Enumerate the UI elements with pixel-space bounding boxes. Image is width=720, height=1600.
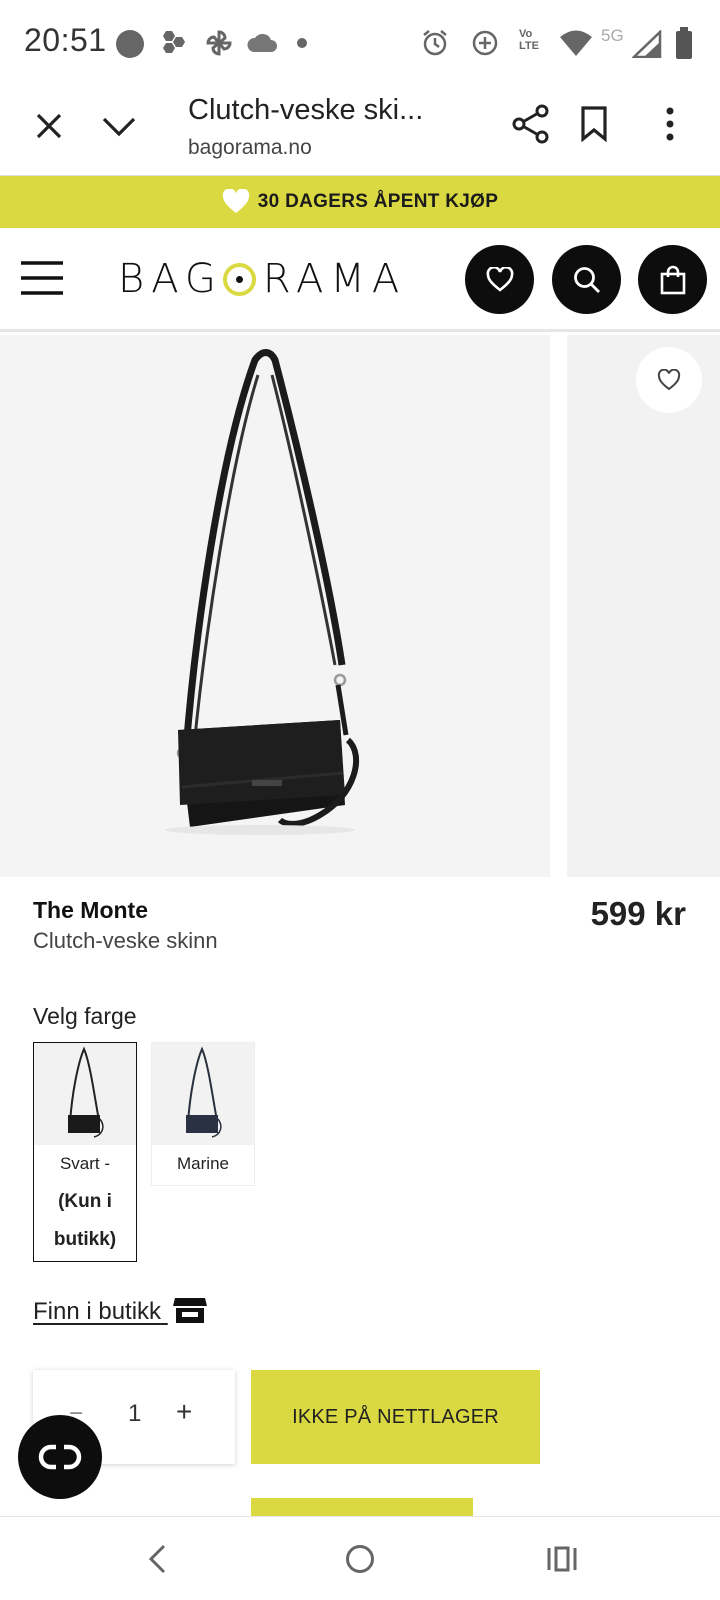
chevron-down-icon[interactable]: [101, 114, 137, 138]
battery-icon: [676, 27, 692, 59]
site-header: BAG RAMA: [0, 228, 720, 332]
add-to-wishlist-button[interactable]: [636, 347, 702, 413]
color-option-label: Marine: [152, 1145, 254, 1185]
pinwheel-icon: [206, 30, 232, 56]
cloud-icon: [247, 33, 277, 52]
dot-icon: [297, 38, 307, 48]
promo-banner: 30 DAGERS ÅPENT KJØP: [0, 176, 720, 228]
logo-text-end: RAMA: [262, 256, 407, 302]
product-subtitle: Clutch-veske skinn: [33, 928, 218, 953]
product-brand: The Monte: [33, 897, 148, 923]
share-icon[interactable]: [512, 104, 550, 144]
cart-button[interactable]: [638, 245, 707, 314]
bookmark-icon[interactable]: [580, 106, 608, 142]
more-vert-icon[interactable]: [662, 106, 678, 142]
status-time: 20:51: [24, 22, 107, 58]
quantity-value: 1: [128, 1400, 142, 1427]
back-icon[interactable]: [146, 1543, 168, 1575]
logo-o-icon: [222, 263, 256, 296]
page-title[interactable]: Clutch-veske ski...: [188, 94, 423, 127]
color-swatch-image: [152, 1043, 254, 1145]
heart-outline-icon: [486, 266, 513, 292]
find-in-store-label: Finn i butikk: [33, 1298, 162, 1325]
product-price: 599 kr: [590, 895, 686, 932]
chat-icon: [38, 1444, 82, 1470]
search-button[interactable]: [552, 245, 621, 314]
bag-illustration: [165, 349, 359, 835]
wifi-icon: [560, 30, 592, 56]
hamburger-menu-icon[interactable]: [20, 260, 64, 296]
page-url[interactable]: bagorama.no: [188, 136, 312, 160]
color-option-label: Svart - (Kun i butikk): [34, 1145, 136, 1261]
find-in-store-link[interactable]: Finn i butikk: [33, 1295, 208, 1326]
color-name: Marine: [177, 1154, 229, 1173]
color-availability-note: (Kun i butikk): [53, 1191, 117, 1250]
site-logo[interactable]: BAG RAMA: [118, 256, 406, 302]
next-product-image[interactable]: [567, 335, 720, 877]
not-in-online-stock-button[interactable]: IKKE PÅ NETTLAGER: [251, 1370, 540, 1464]
signal-icon: [632, 30, 662, 58]
promo-text: 30 DAGERS ÅPENT KJØP: [257, 191, 499, 212]
store-icon: [172, 1298, 207, 1323]
volte-icon: Vo LTE: [519, 28, 539, 52]
hexagons-icon: [163, 31, 185, 53]
browser-toolbar: Clutch-veske ski... bagorama.no: [0, 86, 720, 176]
wishlist-button[interactable]: [465, 245, 534, 314]
coop-icon: [116, 30, 144, 58]
status-bar: 20:51 Vo LTE 5G: [0, 0, 720, 86]
network-label: 5G: [601, 26, 624, 45]
chat-button[interactable]: [18, 1415, 102, 1499]
shopping-bag-icon: [660, 265, 685, 294]
system-navigation-bar: [0, 1516, 720, 1600]
home-icon[interactable]: [344, 1543, 376, 1575]
color-heading: Velg farge: [33, 1003, 137, 1029]
color-swatch-image: [34, 1043, 136, 1145]
alarm-icon: [423, 30, 447, 56]
logo-text-start: BAG: [118, 256, 223, 302]
close-icon[interactable]: [33, 110, 65, 142]
color-option-marine[interactable]: Marine: [151, 1042, 255, 1186]
secondary-button-partial[interactable]: [251, 1498, 473, 1518]
recents-icon[interactable]: [546, 1545, 578, 1573]
heart-outline-icon: [657, 369, 681, 391]
product-image[interactable]: [0, 335, 550, 877]
heart-icon: [222, 189, 249, 213]
color-name: Svart -: [59, 1154, 111, 1173]
quantity-increase-button[interactable]: +: [176, 1396, 192, 1428]
color-option-svart[interactable]: Svart - (Kun i butikk): [33, 1042, 137, 1262]
data-saver-icon: [472, 30, 498, 56]
search-icon: [573, 266, 600, 293]
